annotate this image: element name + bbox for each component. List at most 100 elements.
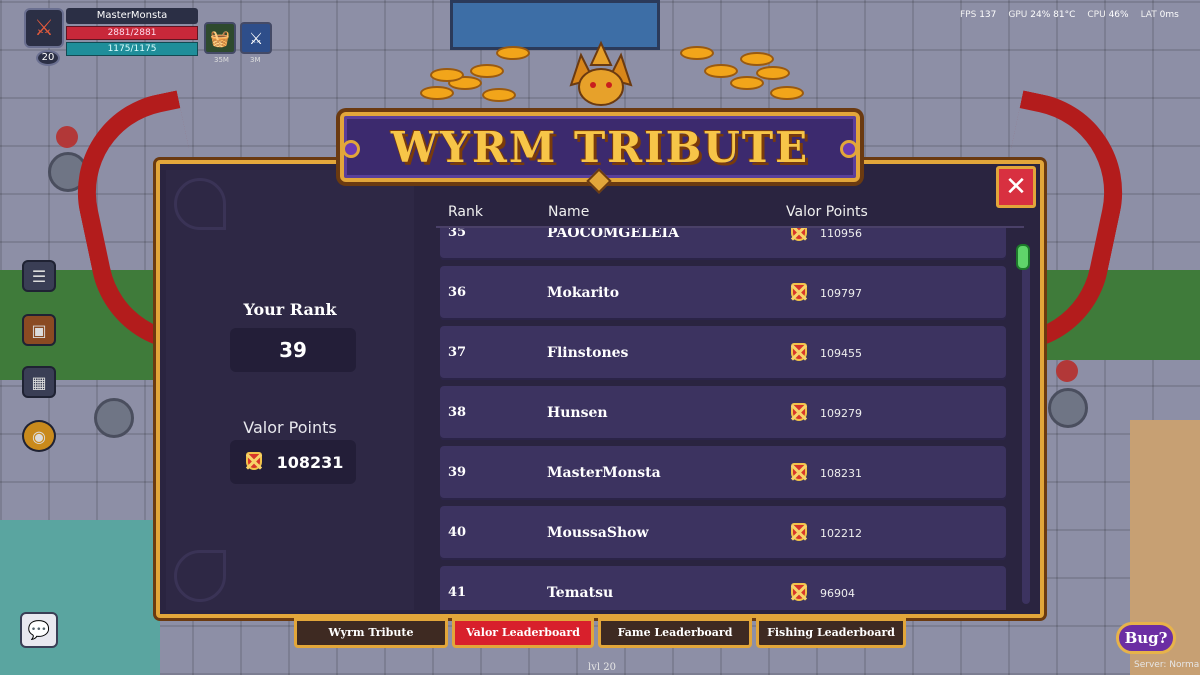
chat-icon[interactable]: 💬 bbox=[20, 612, 58, 648]
background-floor bbox=[0, 520, 160, 675]
flower-pot bbox=[1048, 388, 1088, 428]
scrollbar-thumb[interactable] bbox=[1016, 244, 1030, 270]
valor-points-value: 108231 bbox=[276, 452, 344, 472]
column-header-rank: Rank bbox=[448, 204, 483, 220]
row-rank: 39 bbox=[448, 465, 467, 480]
row-name: Hunsen bbox=[547, 405, 608, 421]
leaderboard-row[interactable]: 41 Tematsu 96904 bbox=[440, 566, 1006, 610]
valor-badge-icon bbox=[788, 581, 810, 605]
valor-leaderboard-panel: Your Rank 39 Valor Points 108231 Rank Na… bbox=[156, 160, 1044, 618]
valor-badge-icon bbox=[788, 341, 810, 365]
leaderboard-row[interactable]: 39 MasterMonsta 108231 bbox=[440, 446, 1006, 500]
row-points: 109797 bbox=[820, 286, 862, 300]
flower bbox=[1056, 360, 1078, 382]
row-rank: 37 bbox=[448, 345, 467, 360]
gem-icon bbox=[342, 140, 360, 158]
row-points: 102212 bbox=[820, 526, 862, 540]
cpu-value: 46% bbox=[1108, 10, 1129, 20]
server-label: Server: Norma bbox=[1134, 660, 1200, 670]
leaderboard-tabs: Wyrm Tribute Valor Leaderboard Fame Lead… bbox=[294, 618, 906, 650]
row-name: PAOCOMGELEIA bbox=[547, 228, 679, 241]
gpu-value: 24% 81°C bbox=[1030, 10, 1076, 20]
your-rank-value: 39 bbox=[230, 328, 356, 372]
player-level-label: lvl 20 bbox=[588, 662, 616, 673]
mana-bar: 1175/1175 bbox=[66, 42, 198, 56]
row-valor: 109797 bbox=[788, 281, 862, 305]
ability-slot-2-icon[interactable]: ⚔ bbox=[240, 22, 272, 54]
inventory-icon[interactable]: ▦ bbox=[22, 366, 56, 398]
menu-icon[interactable]: ☰ bbox=[22, 260, 56, 292]
row-valor: 110956 bbox=[788, 228, 862, 245]
row-valor: 96904 bbox=[788, 581, 855, 605]
fps-value: 137 bbox=[979, 10, 997, 20]
leaderboard-row[interactable]: 38 Hunsen 109279 bbox=[440, 386, 1006, 440]
tab-wyrm-tribute[interactable]: Wyrm Tribute bbox=[294, 618, 448, 648]
valor-badge-icon bbox=[788, 281, 810, 305]
player-summary-pane: Your Rank 39 Valor Points 108231 bbox=[166, 170, 414, 610]
gold-pile-left bbox=[400, 36, 530, 106]
row-name: Tematsu bbox=[547, 585, 614, 601]
your-rank-label: Your Rank bbox=[243, 300, 337, 319]
tab-fishing-leaderboard[interactable]: Fishing Leaderboard bbox=[756, 618, 906, 648]
leaderboard-row[interactable]: 40 MoussaShow 102212 bbox=[440, 506, 1006, 560]
player-level: 20 bbox=[36, 50, 60, 66]
tab-fame-leaderboard[interactable]: Fame Leaderboard bbox=[598, 618, 752, 648]
row-points: 109455 bbox=[820, 346, 862, 360]
leaderboard-row[interactable]: 35 PAOCOMGELEIA 110956 bbox=[440, 228, 1006, 260]
valor-badge-icon bbox=[788, 461, 810, 485]
row-rank: 36 bbox=[448, 285, 467, 300]
dragon-head-icon bbox=[546, 30, 656, 120]
row-rank: 41 bbox=[448, 585, 467, 600]
row-points: 96904 bbox=[820, 586, 855, 600]
lat-label: LAT bbox=[1140, 10, 1157, 20]
gold-pile-right bbox=[680, 36, 804, 106]
close-button[interactable]: ✕ bbox=[996, 166, 1036, 208]
row-valor: 102212 bbox=[788, 521, 862, 545]
cpu-label: CPU bbox=[1087, 10, 1106, 20]
player-portrait-icon[interactable]: ⚔ bbox=[24, 8, 64, 48]
valor-badge-icon bbox=[788, 228, 810, 245]
coin-icon[interactable]: ◉ bbox=[22, 420, 56, 452]
ability-slot-2-label: 3M bbox=[250, 56, 261, 64]
scrollbar-track[interactable] bbox=[1022, 260, 1030, 604]
row-points: 109279 bbox=[820, 406, 862, 420]
flower bbox=[56, 126, 78, 148]
row-valor: 108231 bbox=[788, 461, 862, 485]
fps-label: FPS bbox=[960, 10, 977, 20]
valor-badge-icon bbox=[788, 521, 810, 545]
row-rank: 40 bbox=[448, 525, 467, 540]
row-rank: 38 bbox=[448, 405, 467, 420]
valor-points-box: 108231 bbox=[230, 440, 356, 484]
bug-report-button[interactable]: Bug? bbox=[1116, 622, 1176, 654]
row-name: Mokarito bbox=[547, 285, 620, 301]
valor-points-label: Valor Points bbox=[243, 418, 337, 437]
performance-stats: FPS 137 GPU 24% 81°C CPU 46% LAT 0ms bbox=[960, 10, 1200, 20]
row-name: MasterMonsta bbox=[547, 465, 661, 481]
tab-valor-leaderboard[interactable]: Valor Leaderboard bbox=[452, 618, 594, 648]
flower-pot bbox=[94, 398, 134, 438]
close-icon: ✕ bbox=[1005, 172, 1027, 202]
chest-icon[interactable]: ▣ bbox=[22, 314, 56, 346]
lat-value: 0ms bbox=[1159, 10, 1179, 20]
row-points: 110956 bbox=[820, 228, 862, 240]
health-bar: 2881/2881 bbox=[66, 26, 198, 40]
row-name: MoussaShow bbox=[547, 525, 649, 541]
column-header-valor: Valor Points bbox=[786, 204, 868, 220]
row-rank: 35 bbox=[448, 228, 467, 240]
modal-title: WYRM TRIBUTE bbox=[390, 122, 810, 172]
valor-badge-icon bbox=[788, 401, 810, 425]
valor-badge-icon bbox=[243, 450, 265, 474]
gem-icon bbox=[840, 140, 858, 158]
row-points: 108231 bbox=[820, 466, 862, 480]
column-header-name: Name bbox=[548, 204, 590, 220]
leaderboard-row[interactable]: 37 Flinstones 109455 bbox=[440, 326, 1006, 380]
gpu-label: GPU bbox=[1008, 10, 1028, 20]
row-valor: 109455 bbox=[788, 341, 862, 365]
ability-slot-1-label: 35M bbox=[214, 56, 229, 64]
leaderboard-header: Rank Name Valor Points bbox=[448, 204, 1008, 224]
row-valor: 109279 bbox=[788, 401, 862, 425]
ability-slot-1-icon[interactable]: 🧺 bbox=[204, 22, 236, 54]
leaderboard-list[interactable]: 35 PAOCOMGELEIA 110956 36 Mokarito 10979… bbox=[440, 228, 1006, 610]
leaderboard-row[interactable]: 36 Mokarito 109797 bbox=[440, 266, 1006, 320]
player-status: ⚔ 20 MasterMonsta 2881/2881 1175/1175 bbox=[24, 8, 200, 66]
